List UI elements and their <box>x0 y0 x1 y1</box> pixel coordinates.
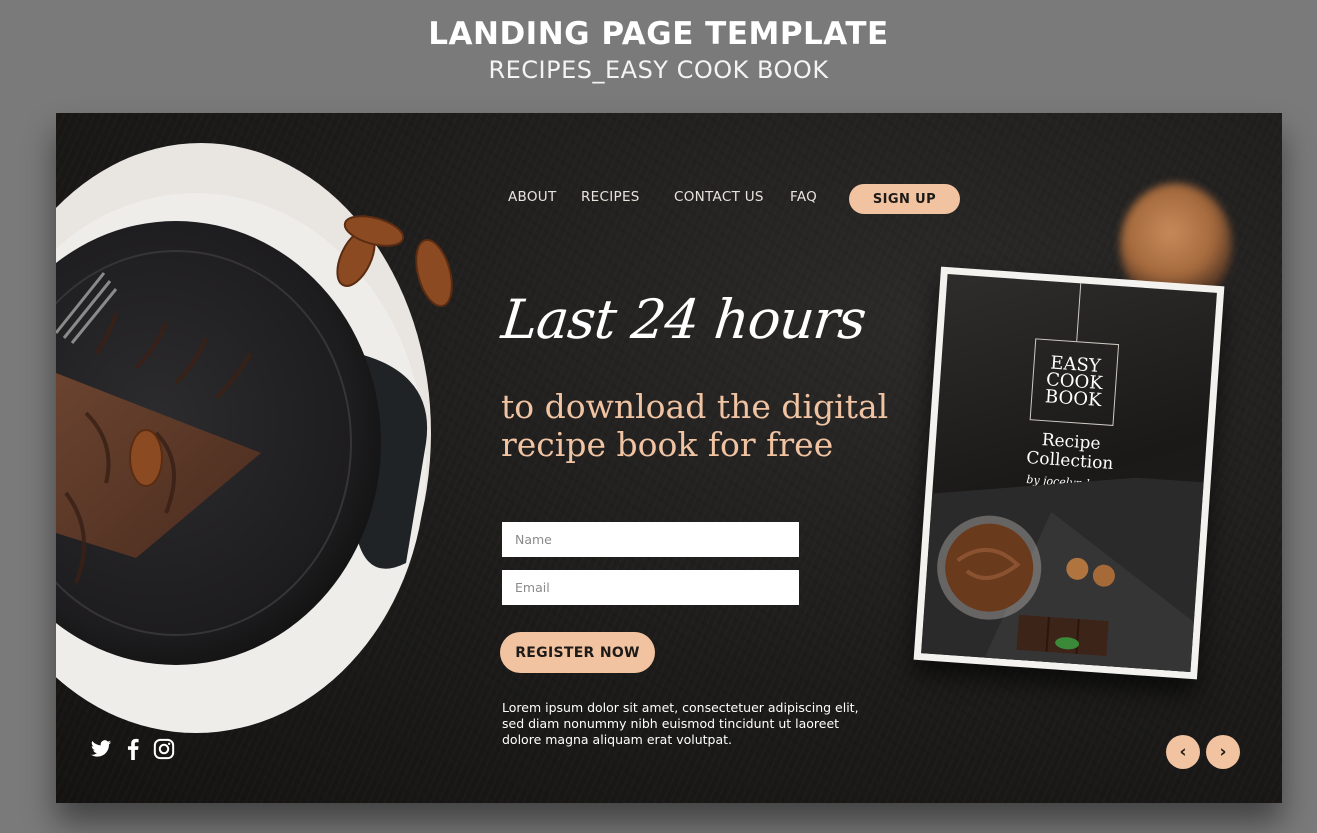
chevron-left-icon[interactable]: ‹ <box>1166 735 1200 769</box>
frame-title: LANDING PAGE TEMPLATE <box>428 16 889 52</box>
body-text: Lorem ipsum dolor sit amet, consectetuer… <box>502 700 859 747</box>
chevron-right-icon[interactable]: › <box>1206 735 1240 769</box>
sign-up-button[interactable]: SIGN UP <box>849 184 960 214</box>
hero-script-title: Last 24 hours <box>498 288 869 351</box>
nav-link-contact-us[interactable]: CONTACT US <box>674 189 764 205</box>
cookbook-title-badge: EASY COOK BOOK <box>1029 338 1120 426</box>
instagram-icon[interactable] <box>153 738 175 760</box>
hero-subtitle: to download the digital recipe book for … <box>501 388 921 464</box>
register-now-button[interactable]: REGISTER NOW <box>500 632 655 673</box>
nav-link-faq[interactable]: FAQ <box>790 189 817 205</box>
hero-subtitle-line2: recipe book for free <box>501 425 834 464</box>
cookbook-cover: EASY COOK BOOK Recipe Collection by joce… <box>913 266 1225 680</box>
frame-subtitle: RECIPES_EASY COOK BOOK <box>488 56 829 84</box>
cookbook-cover-art: EASY COOK BOOK Recipe Collection by joce… <box>921 274 1217 672</box>
chocolate-spread-illustration <box>921 472 1204 672</box>
landing-page: ABOUT RECIPES CONTACT US FAQ SIGN UP Las… <box>56 113 1282 803</box>
twitter-icon[interactable] <box>90 738 112 760</box>
template-canvas: LANDING PAGE TEMPLATE RECIPES_EASY COOK … <box>0 0 1317 833</box>
name-field[interactable] <box>502 522 799 557</box>
nav-link-about[interactable]: ABOUT <box>508 189 557 205</box>
hero-subtitle-line1: to download the digital <box>501 387 889 426</box>
facebook-icon[interactable] <box>126 738 140 760</box>
nav-link-recipes[interactable]: RECIPES <box>581 189 640 205</box>
cake-plate-illustration <box>56 143 453 733</box>
cookbook-string <box>1076 283 1082 342</box>
email-field[interactable] <box>502 570 799 605</box>
